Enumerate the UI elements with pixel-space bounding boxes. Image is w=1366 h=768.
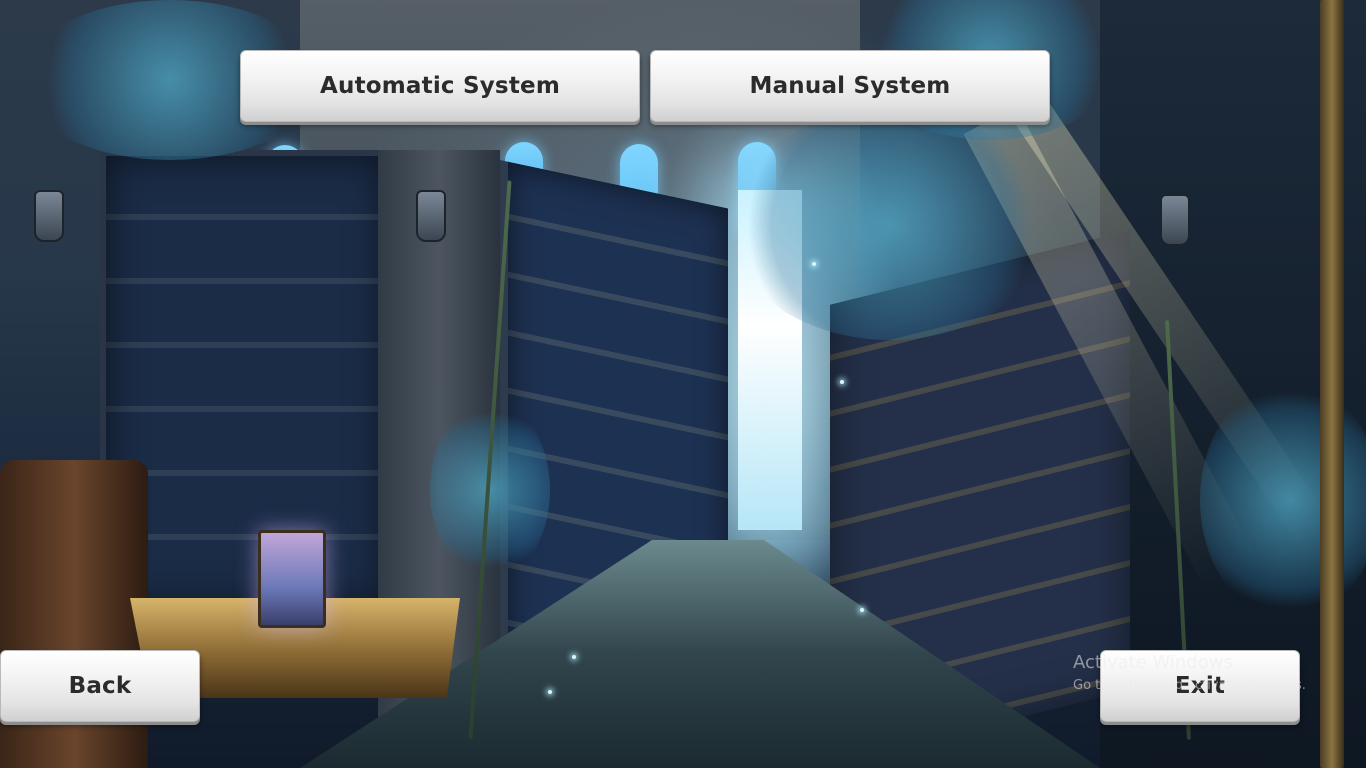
sparkle: [860, 608, 864, 612]
automatic-system-button[interactable]: Automatic System: [240, 50, 640, 122]
sparkle: [548, 690, 552, 694]
app-window: Automatic System Manual System Back Exit…: [0, 0, 1366, 768]
hanging-lantern: [1160, 194, 1190, 246]
tree-trunk: [1320, 0, 1344, 768]
automatic-system-label: Automatic System: [320, 73, 560, 99]
back-label: Back: [68, 673, 132, 699]
hanging-lantern: [416, 190, 446, 242]
hanging-lantern: [34, 190, 64, 242]
back-button[interactable]: Back: [0, 650, 200, 722]
sparkle: [812, 262, 816, 266]
sparkle: [572, 655, 576, 659]
tree-foliage: [730, 110, 1050, 340]
desk-lantern: [258, 530, 326, 628]
manual-system-label: Manual System: [749, 73, 951, 99]
exit-label: Exit: [1174, 673, 1226, 699]
exit-button[interactable]: Exit: [1100, 650, 1300, 722]
sparkle: [840, 380, 844, 384]
manual-system-button[interactable]: Manual System: [650, 50, 1050, 122]
